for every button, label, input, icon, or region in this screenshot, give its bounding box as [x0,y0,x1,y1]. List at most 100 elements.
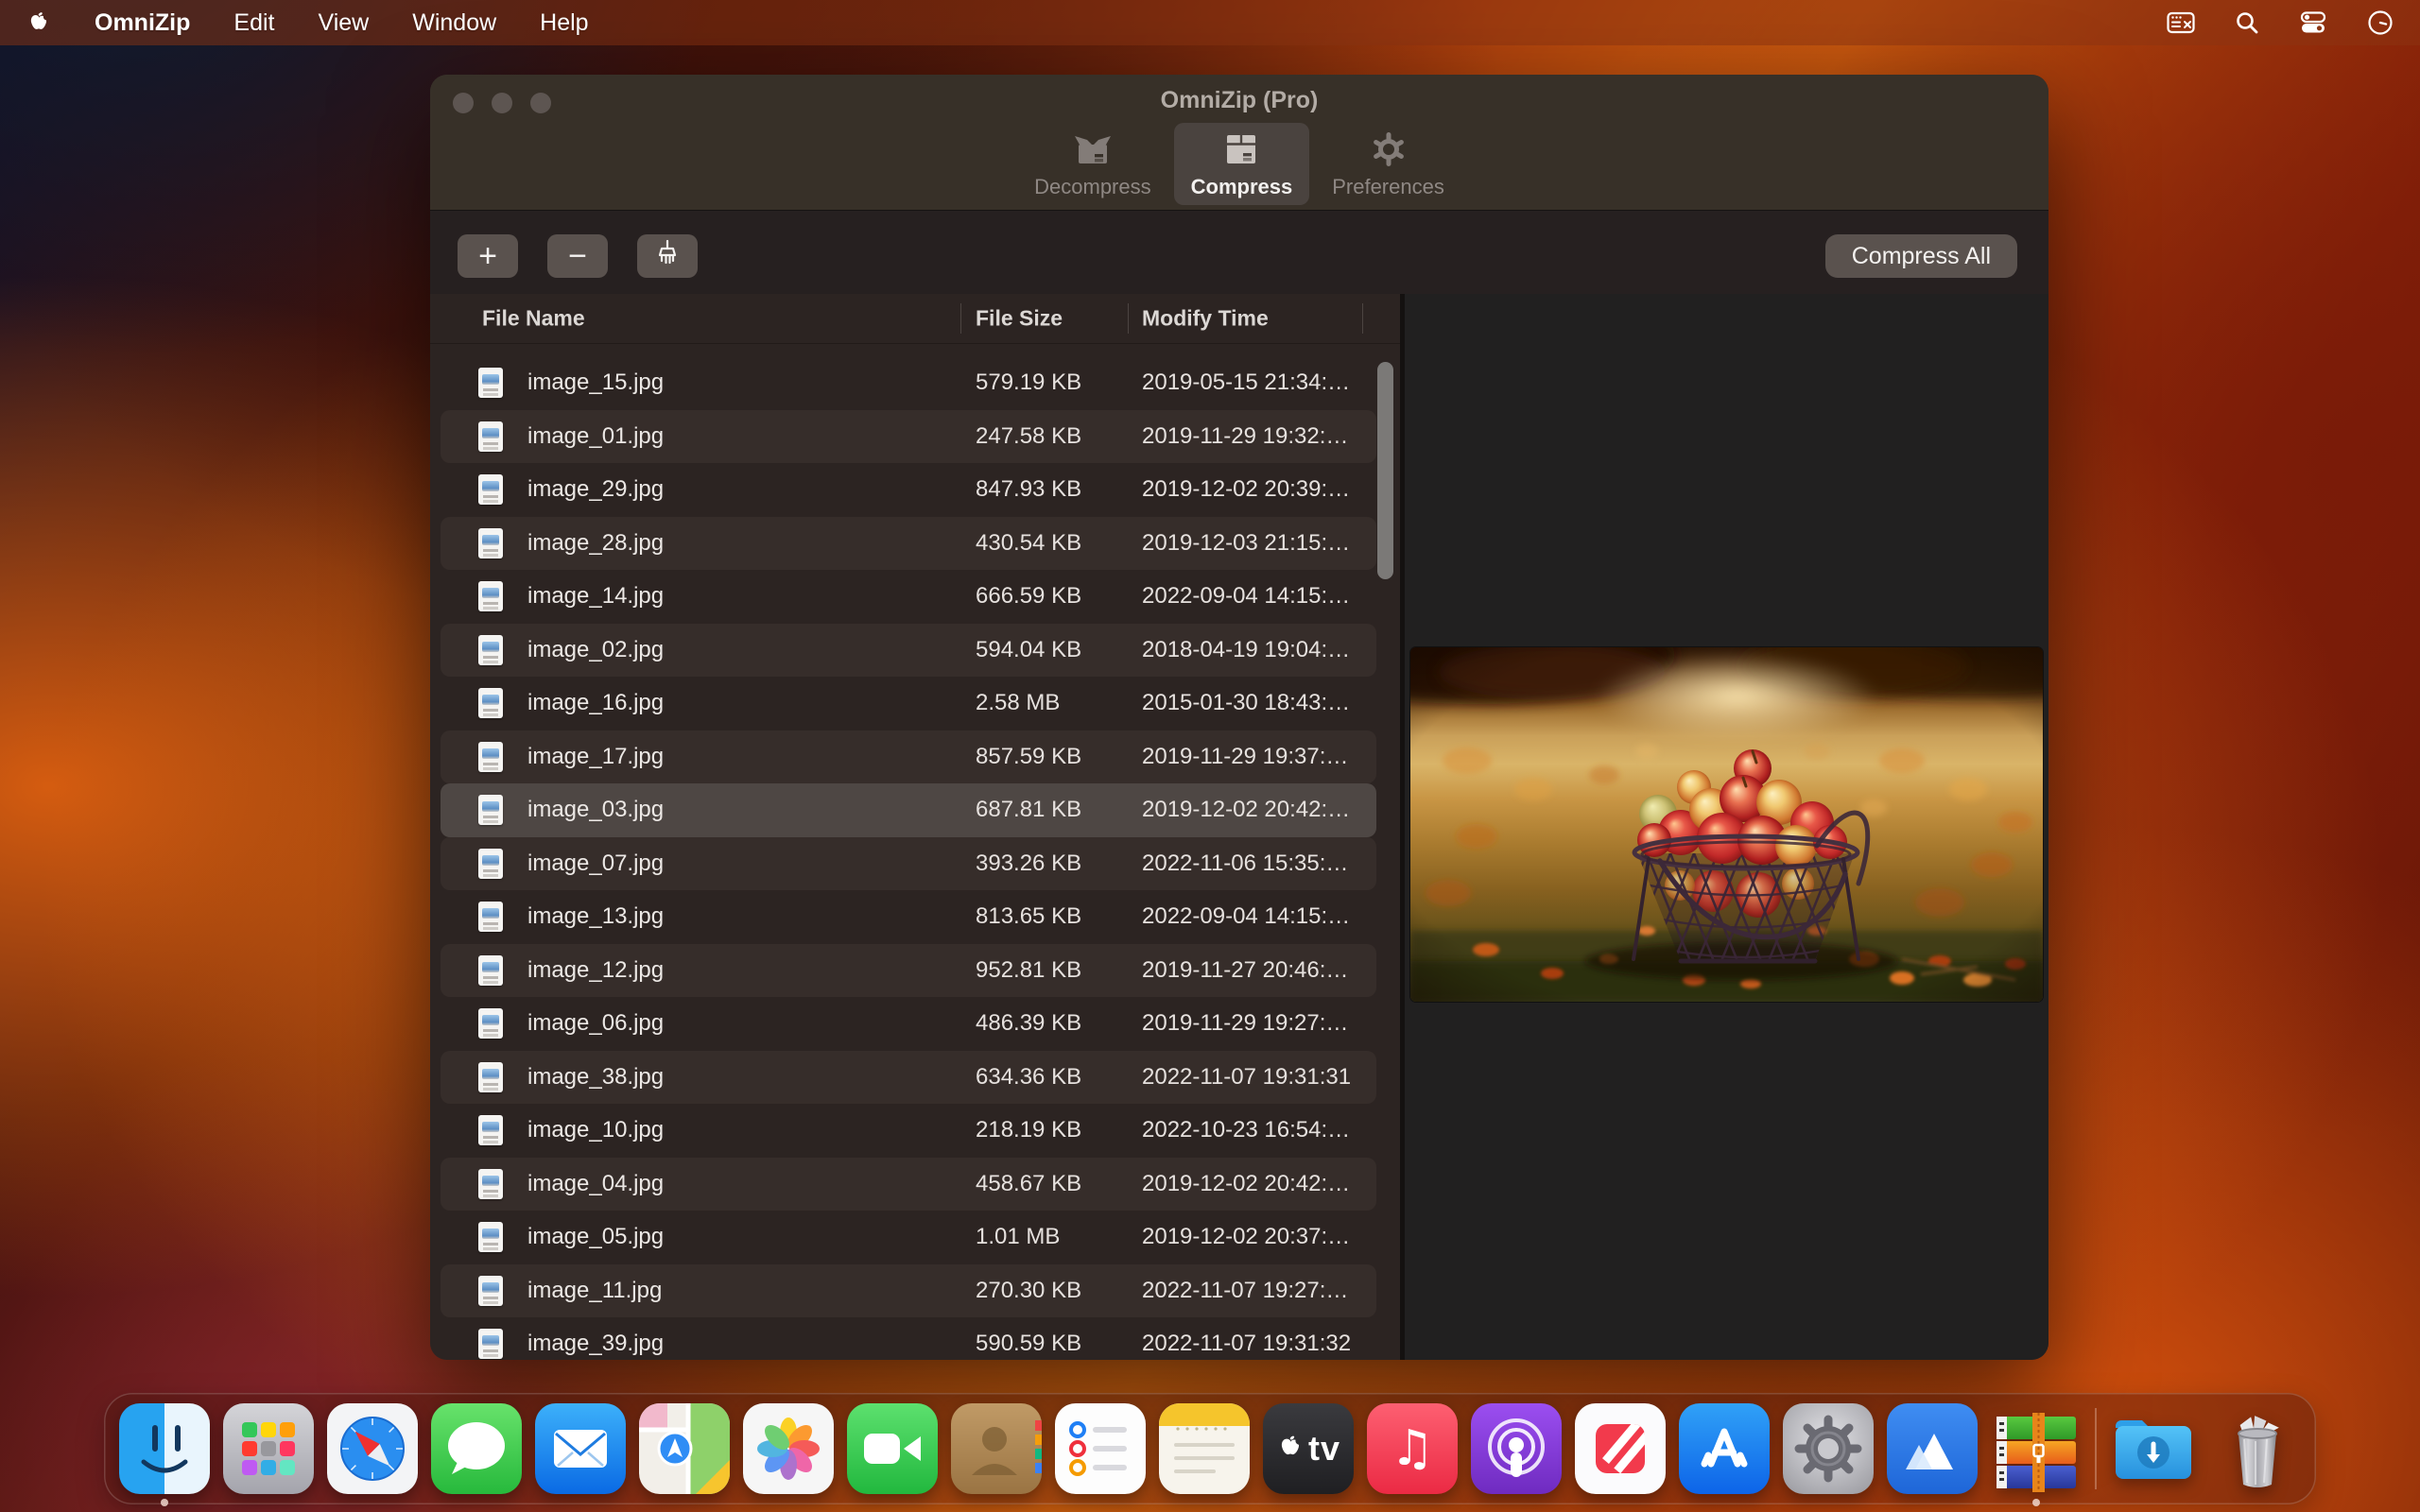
clock-icon[interactable] [2367,9,2394,36]
contacts-icon [951,1403,1042,1494]
dock-item-mail[interactable] [535,1403,626,1494]
dock-item-settings[interactable] [1783,1403,1874,1494]
search-icon[interactable] [2235,10,2259,35]
news-icon [1575,1403,1666,1494]
file-size: 218.19 KB [976,1117,1081,1143]
file-name: image_16.jpg [527,690,664,716]
table-row[interactable]: image_13.jpg 813.65 KB 2022-09-04 14:15:… [441,890,1376,944]
column-file-size[interactable]: File Size [976,306,1063,332]
mountain-app-icon [1887,1403,1978,1494]
dock-item-maps[interactable] [639,1403,730,1494]
apple-menu-icon[interactable] [26,10,51,35]
compress-all-button[interactable]: Compress All [1825,234,2017,278]
jpeg-file-icon [478,581,503,611]
table-row[interactable]: image_06.jpg 486.39 KB 2019-11-29 19:27:… [441,997,1376,1051]
dock-item-mountain-app[interactable] [1887,1403,1978,1494]
table-row[interactable]: image_12.jpg 952.81 KB 2019-11-27 20:46:… [441,944,1376,998]
tab-label: Decompress [1034,175,1150,199]
control-center-icon[interactable] [2299,10,2327,35]
dock-item-trash[interactable] [2212,1403,2303,1494]
tab-preferences[interactable]: Preferences [1315,123,1461,205]
menu-item-window[interactable]: Window [412,9,496,37]
table-row[interactable]: image_07.jpg 393.26 KB 2022-11-06 15:35:… [441,837,1376,891]
file-modify-time: 2019-11-29 19:32:… [1142,423,1348,450]
clear-list-button[interactable] [637,234,698,278]
preview-image-apples [1410,647,2043,1002]
table-row[interactable]: image_39.jpg 590.59 KB 2022-11-07 19:31:… [441,1317,1376,1360]
jpeg-file-icon [478,1008,503,1039]
dock-item-finder[interactable] [119,1403,210,1494]
list-scrollbar-thumb[interactable] [1377,362,1393,579]
menu-item-edit[interactable]: Edit [233,9,274,37]
dock-item-downloads[interactable] [2108,1403,2199,1494]
dock-item-archiver[interactable] [1991,1403,2082,1494]
file-name: image_10.jpg [527,1117,664,1143]
dock-separator [2095,1408,2097,1489]
table-row[interactable]: image_01.jpg 247.58 KB 2019-11-29 19:32:… [441,410,1376,464]
table-row[interactable]: image_15.jpg 579.19 KB 2019-05-15 21:34:… [441,356,1376,410]
file-name: image_14.jpg [527,583,664,610]
input-switcher-icon[interactable] [2167,11,2195,34]
file-size: 430.54 KB [976,530,1081,557]
file-modify-time: 2022-11-07 19:27:… [1142,1278,1348,1304]
dock: tv ♫ [104,1393,2316,1504]
dock-item-tv[interactable]: tv [1263,1403,1354,1494]
jpeg-file-icon [478,795,503,825]
dock-item-messages[interactable] [431,1403,522,1494]
table-row[interactable]: image_28.jpg 430.54 KB 2019-12-03 21:15:… [441,517,1376,571]
tab-label: Preferences [1332,175,1444,199]
file-modify-time: 2019-11-27 20:46:… [1142,957,1348,984]
podcasts-icon [1471,1403,1562,1494]
table-row[interactable]: image_14.jpg 666.59 KB 2022-09-04 14:15:… [441,570,1376,624]
file-modify-time: 2019-11-29 19:37:… [1142,744,1348,770]
jpeg-file-icon [478,1062,503,1092]
table-row[interactable]: image_38.jpg 634.36 KB 2022-11-07 19:31:… [441,1051,1376,1105]
column-file-name[interactable]: File Name [482,306,585,332]
table-row[interactable]: image_02.jpg 594.04 KB 2018-04-19 19:04:… [441,624,1376,678]
table-header: File Name File Size Modify Time [430,294,1400,344]
facetime-icon [847,1403,938,1494]
jpeg-file-icon [478,849,503,879]
remove-files-button[interactable]: − [547,234,608,278]
file-size: 857.59 KB [976,744,1081,770]
table-row[interactable]: image_03.jpg 687.81 KB 2019-12-02 20:42:… [441,783,1376,837]
menu-item-help[interactable]: Help [540,9,588,37]
table-row[interactable]: image_16.jpg 2.58 MB 2015-01-30 18:43:… [441,677,1376,730]
dock-item-appstore[interactable] [1679,1403,1770,1494]
dock-item-safari[interactable] [327,1403,418,1494]
table-row[interactable]: image_04.jpg 458.67 KB 2019-12-02 20:42:… [441,1158,1376,1211]
table-row[interactable]: image_05.jpg 1.01 MB 2019-12-02 20:37:… [441,1211,1376,1264]
add-files-button[interactable]: + [458,234,518,278]
column-divider[interactable] [960,303,961,334]
broom-icon [652,239,683,273]
file-modify-time: 2022-11-06 15:35:… [1142,850,1348,877]
jpeg-file-icon [478,1222,503,1252]
dock-item-contacts[interactable] [951,1403,1042,1494]
table-row[interactable]: image_10.jpg 218.19 KB 2022-10-23 16:54:… [441,1104,1376,1158]
table-row[interactable]: image_29.jpg 847.93 KB 2019-12-02 20:39:… [441,463,1376,517]
dock-item-podcasts[interactable] [1471,1403,1562,1494]
trash-icon [2212,1403,2303,1494]
closed-box-icon [1220,131,1262,172]
file-modify-time: 2022-11-07 19:31:31 [1142,1064,1351,1091]
table-row[interactable]: image_11.jpg 270.30 KB 2022-11-07 19:27:… [441,1264,1376,1318]
dock-item-notes[interactable] [1159,1403,1250,1494]
tv-text: tv [1308,1429,1340,1469]
dock-item-photos[interactable] [743,1403,834,1494]
file-modify-time: 2022-09-04 14:15:… [1142,583,1350,610]
dock-item-news[interactable] [1575,1403,1666,1494]
column-divider[interactable] [1362,303,1363,334]
column-modify-time[interactable]: Modify Time [1142,306,1269,332]
dock-item-reminders[interactable] [1055,1403,1146,1494]
dock-item-launchpad[interactable] [223,1403,314,1494]
dock-item-facetime[interactable] [847,1403,938,1494]
menu-app-name[interactable]: OmniZip [95,9,190,37]
file-name: image_15.jpg [527,369,664,396]
tab-decompress[interactable]: Decompress [1017,123,1167,205]
file-modify-time: 2022-11-07 19:31:32 [1142,1331,1351,1357]
column-divider[interactable] [1128,303,1129,334]
menu-item-view[interactable]: View [318,9,369,37]
tab-compress[interactable]: Compress [1174,123,1310,205]
table-row[interactable]: image_17.jpg 857.59 KB 2019-11-29 19:37:… [441,730,1376,784]
dock-item-music[interactable]: ♫ [1367,1403,1458,1494]
